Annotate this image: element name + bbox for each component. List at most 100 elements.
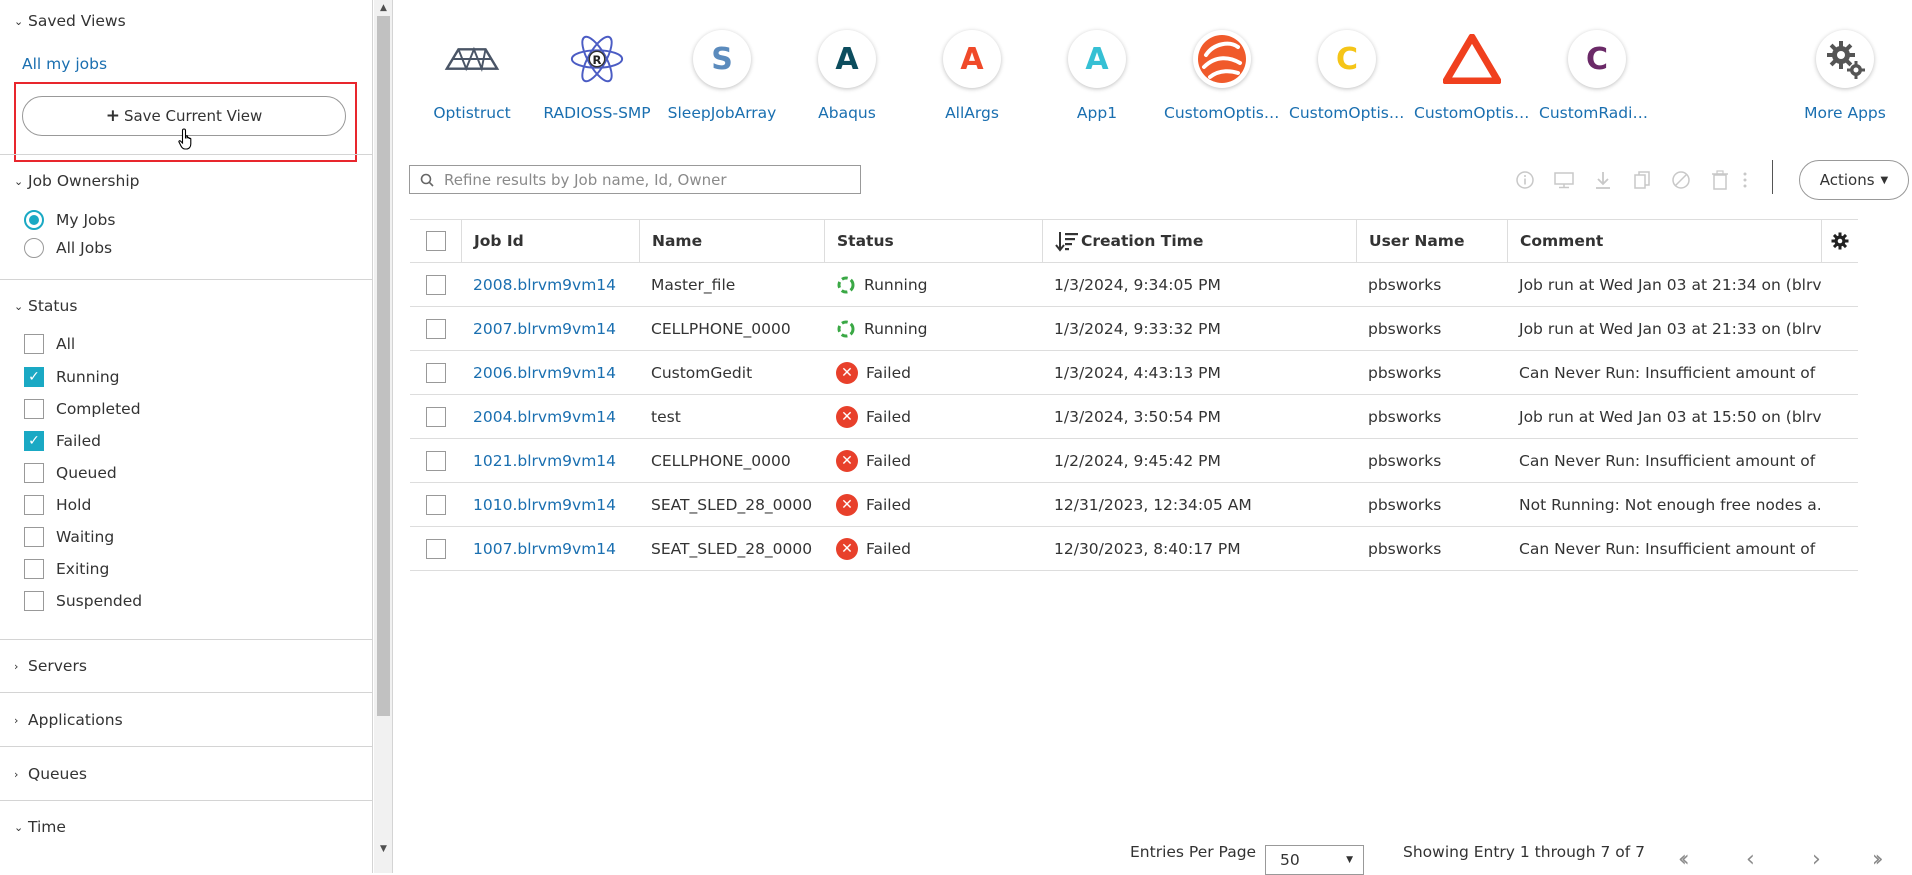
job-id-link[interactable]: 2008.blrvm9vm14 <box>461 276 639 294</box>
table-row[interactable]: 2004.blrvm9vm14 test ✕ Failed 1/3/2024, … <box>410 395 1858 439</box>
more-apps-button[interactable]: More Apps <box>1783 30 1907 122</box>
cancel-job-icon[interactable] <box>1667 166 1695 194</box>
job-status: ✕ Failed <box>824 361 1042 384</box>
failed-x-icon: ✕ <box>836 493 858 516</box>
creation-time: 1/3/2024, 9:33:32 PM <box>1054 319 1221 338</box>
servers-header[interactable]: › Servers <box>14 657 87 675</box>
app-optistruct[interactable]: Optistruct <box>410 30 534 122</box>
status-filter-running[interactable]: ✓ Running <box>24 367 120 387</box>
actions-dropdown-button[interactable]: Actions ▼ <box>1799 160 1909 200</box>
status-filter-exiting[interactable]: Exiting <box>24 559 109 579</box>
checkbox[interactable] <box>24 463 44 483</box>
info-icon[interactable] <box>1511 166 1539 194</box>
download-icon[interactable] <box>1589 166 1617 194</box>
column-header-creation-time[interactable]: Creation Time <box>1042 220 1356 262</box>
job-id-link[interactable]: 2006.blrvm9vm14 <box>461 364 639 382</box>
select-all-checkbox[interactable] <box>425 231 446 251</box>
previous-page-icon[interactable]: ‹ <box>1746 847 1754 872</box>
column-settings-gear-icon[interactable] <box>1821 220 1858 262</box>
monitor-icon[interactable] <box>1550 166 1578 194</box>
job-ownership-header[interactable]: ⌄ Job Ownership <box>14 172 139 190</box>
checkbox[interactable] <box>24 399 44 419</box>
job-id-link[interactable]: 1010.blrvm9vm14 <box>461 496 639 514</box>
column-header-status[interactable]: Status <box>824 220 1042 262</box>
app-sleepjobarray[interactable]: S SleepJobArray <box>660 30 784 122</box>
status-filter-failed[interactable]: ✓ Failed <box>24 431 101 451</box>
checkbox[interactable] <box>24 495 44 515</box>
more-options-icon[interactable] <box>1738 166 1752 194</box>
status-filter-completed[interactable]: Completed <box>24 399 141 419</box>
scroll-up-arrow-icon[interactable]: ▲ <box>374 0 393 16</box>
app-customoptistruct-1[interactable]: CustomOptist... <box>1160 30 1284 122</box>
app-customradioss[interactable]: C CustomRadioss <box>1535 30 1659 122</box>
app-app1[interactable]: A App1 <box>1035 30 1159 122</box>
status-filter-hold[interactable]: Hold <box>24 495 91 515</box>
row-select-cell <box>410 494 461 515</box>
status-header[interactable]: ⌄ Status <box>14 297 77 315</box>
radio-button[interactable] <box>24 238 44 258</box>
table-row[interactable]: 2007.blrvm9vm14 CELLPHONE_0000 Running 1… <box>410 307 1858 351</box>
job-status: Running <box>824 319 1042 339</box>
time-header[interactable]: ⌄ Time <box>14 818 66 836</box>
user-name: pbsworks <box>1368 319 1442 338</box>
saved-view-all-my-jobs[interactable]: All my jobs <box>22 55 107 73</box>
row-checkbox[interactable] <box>425 362 446 383</box>
table-row[interactable]: 2008.blrvm9vm14 Master_file Running 1/3/… <box>410 263 1858 307</box>
job-name: CELLPHONE_0000 <box>651 451 791 470</box>
app-abaqus[interactable]: A Abaqus <box>785 30 909 122</box>
svg-text:R: R <box>593 53 602 67</box>
checkbox-checked[interactable]: ✓ <box>24 431 44 451</box>
checkbox[interactable] <box>24 527 44 547</box>
letter-a-icon: A <box>1068 30 1126 88</box>
first-page-icon[interactable]: ‹‹ <box>1678 847 1689 872</box>
column-header-job-id[interactable]: Job Id <box>461 220 639 262</box>
row-checkbox[interactable] <box>425 538 446 559</box>
job-name: CELLPHONE_0000 <box>651 319 791 338</box>
row-checkbox[interactable] <box>425 274 446 295</box>
table-row[interactable]: 1007.blrvm9vm14 SEAT_SLED_28_0000 ✕ Fail… <box>410 527 1858 571</box>
entries-per-page-select[interactable]: 50 ▼ <box>1265 845 1364 875</box>
next-page-icon[interactable]: › <box>1812 847 1820 872</box>
job-id-link[interactable]: 2007.blrvm9vm14 <box>461 320 639 338</box>
status-filter-all[interactable]: All <box>24 334 75 354</box>
search-input[interactable] <box>442 169 852 190</box>
queues-header[interactable]: › Queues <box>14 765 87 783</box>
table-row[interactable]: 1010.blrvm9vm14 SEAT_SLED_28_0000 ✕ Fail… <box>410 483 1858 527</box>
checkbox[interactable] <box>24 334 44 354</box>
checkbox[interactable] <box>24 591 44 611</box>
radio-all-jobs[interactable]: All Jobs <box>24 238 112 258</box>
scroll-down-arrow-icon[interactable]: ▼ <box>374 841 393 857</box>
row-checkbox[interactable] <box>425 450 446 471</box>
row-checkbox[interactable] <box>425 318 446 339</box>
delete-icon[interactable] <box>1706 166 1734 194</box>
table-row[interactable]: 1021.blrvm9vm14 CELLPHONE_0000 ✕ Failed … <box>410 439 1858 483</box>
scrollbar-thumb[interactable] <box>377 16 390 716</box>
table-row[interactable]: 2006.blrvm9vm14 CustomGedit ✕ Failed 1/3… <box>410 351 1858 395</box>
saved-views-header[interactable]: ⌄ Saved Views <box>14 12 126 30</box>
radio-button[interactable] <box>24 210 44 230</box>
search-box[interactable] <box>409 165 861 194</box>
status-filter-waiting[interactable]: Waiting <box>24 527 114 547</box>
applications-header[interactable]: › Applications <box>14 711 123 729</box>
checkbox[interactable] <box>24 559 44 579</box>
status-filter-suspended[interactable]: Suspended <box>24 591 142 611</box>
radio-my-jobs[interactable]: My Jobs <box>24 210 115 230</box>
job-id-link[interactable]: 1007.blrvm9vm14 <box>461 540 639 558</box>
job-comment: Job run at Wed Jan 03 at 21:34 on (blrv.… <box>1519 275 1821 294</box>
checkbox-checked[interactable]: ✓ <box>24 367 44 387</box>
row-checkbox[interactable] <box>425 494 446 515</box>
job-id-link[interactable]: 1021.blrvm9vm14 <box>461 452 639 470</box>
copy-files-icon[interactable] <box>1628 166 1656 194</box>
column-header-name[interactable]: Name <box>639 220 824 262</box>
app-customoptistruct-3[interactable]: CustomOptist... <box>1410 30 1534 122</box>
app-customoptistruct-2[interactable]: C CustomOptist... <box>1285 30 1409 122</box>
status-filter-queued[interactable]: Queued <box>24 463 117 483</box>
app-radioss-smp[interactable]: R RADIOSS-SMP <box>535 30 659 122</box>
last-page-icon[interactable]: ›› <box>1872 847 1883 872</box>
job-id-link[interactable]: 2004.blrvm9vm14 <box>461 408 639 426</box>
column-header-comment[interactable]: Comment <box>1507 220 1821 262</box>
sidebar-scrollbar[interactable]: ▲ ▼ <box>374 0 393 873</box>
app-allargs[interactable]: A AllArgs <box>910 30 1034 122</box>
row-checkbox[interactable] <box>425 406 446 427</box>
column-header-user-name[interactable]: User Name <box>1356 220 1507 262</box>
